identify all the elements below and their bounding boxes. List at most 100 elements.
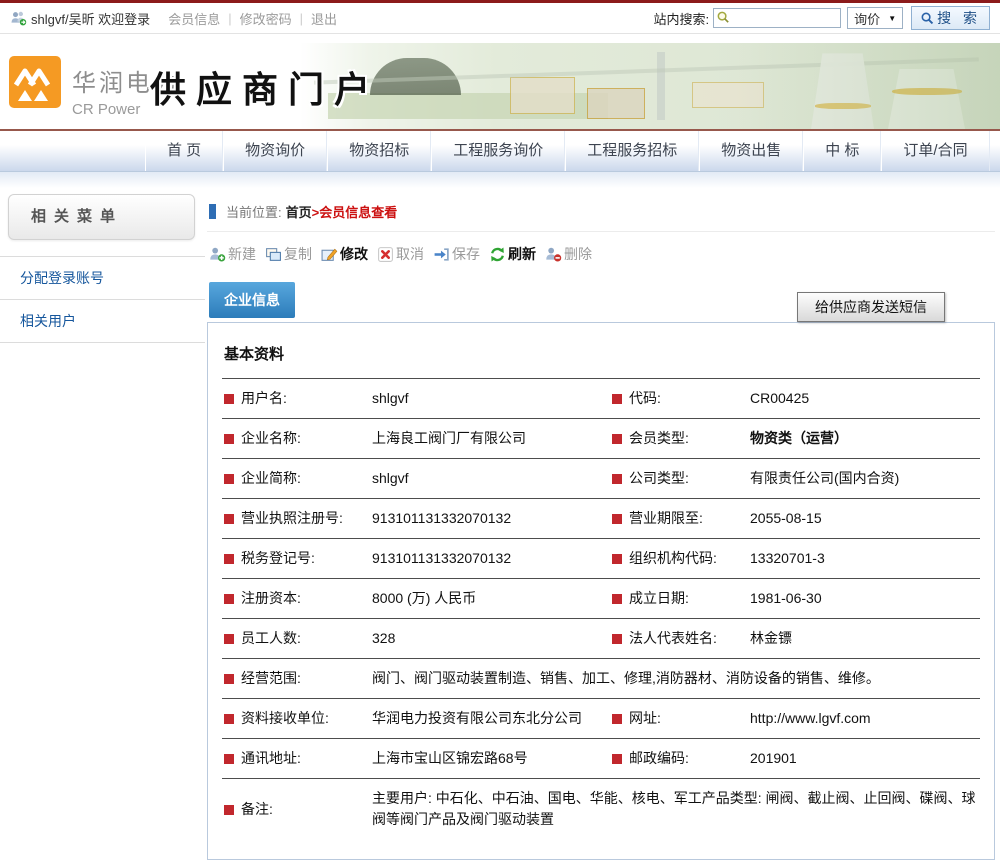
toolbar-save-button[interactable]: 保存 (433, 244, 480, 264)
section-title-basic-info: 基本资料 (222, 323, 980, 378)
chevron-down-icon: ▼ (888, 14, 896, 23)
tab-company-info[interactable]: 企业信息 (209, 282, 295, 318)
field-label-text: 企业名称: (241, 430, 301, 446)
field-value: 2055-08-15 (748, 499, 980, 539)
sidebar-item-0[interactable]: 分配登录账号 (0, 257, 205, 300)
toolbar-button-label: 新建 (228, 244, 256, 264)
field-label-text: 会员类型: (629, 430, 689, 446)
field-label: 组织机构代码: (610, 539, 748, 579)
breadcrumb-home-link[interactable]: 首页 (286, 202, 312, 221)
field-label: 注册资本: (222, 579, 370, 619)
toolbar-edit-button[interactable]: 修改 (321, 244, 368, 264)
header-banner: 华润电力 CR Power 供应商门户 (0, 43, 1000, 131)
site-search-wrap (713, 8, 841, 28)
main-panel: 当前位置: 首页 >会员信息查看 新建复制修改 取消 保存 刷新 删除 企业信息 给供应… (205, 188, 1000, 860)
breadcrumb-marker-icon (209, 204, 216, 219)
breadcrumb: 当前位置: 首页 >会员信息查看 (207, 188, 995, 232)
table-row: 资料接收单位:华润电力投资有限公司东北分公司网址:http://www.lgvf… (222, 699, 980, 739)
field-label: 通讯地址: (222, 739, 370, 779)
red-bullet-icon (612, 394, 622, 404)
field-value: 有限责任公司(国内合资) (748, 459, 980, 499)
sidebar-item-1[interactable]: 相关用户 (0, 300, 205, 343)
table-row: 经营范围:阀门、阀门驱动装置制造、销售、加工、修理,消防器材、消防设备的销售、维… (222, 659, 980, 699)
field-label: 企业简称: (222, 459, 370, 499)
field-value: 913101131332070132 (370, 499, 610, 539)
toolbar-button-label: 刷新 (508, 244, 536, 264)
field-value: http://www.lgvf.com (748, 699, 980, 739)
nav-item-0[interactable]: 首 页 (145, 131, 223, 171)
toolbar-delete-button[interactable]: 删除 (545, 244, 592, 264)
edit-icon (321, 246, 338, 263)
field-label-text: 注册资本: (241, 590, 301, 606)
new-user-icon (209, 246, 226, 263)
nav-item-4[interactable]: 工程服务招标 (565, 131, 699, 171)
table-row: 注册资本:8000 (万) 人民币成立日期:1981-06-30 (222, 579, 980, 619)
field-label-text: 代码: (629, 390, 661, 406)
field-label-text: 企业简称: (241, 470, 301, 486)
field-label-text: 通讯地址: (241, 750, 301, 766)
send-sms-to-supplier-button[interactable]: 给供应商发送短信 (797, 292, 945, 322)
field-value: 328 (370, 619, 610, 659)
table-row: 员工人数: 328法人代表姓名:林金镖 (222, 619, 980, 659)
topbar-link-0[interactable]: 会员信息 (168, 9, 220, 28)
topbar-link-2[interactable]: 退出 (311, 9, 337, 28)
red-bullet-icon (224, 594, 234, 604)
table-row: 企业名称:上海良工阀门厂有限公司会员类型:物资类（运营） (222, 419, 980, 459)
toolbar-refresh-button[interactable]: 刷新 (489, 244, 536, 264)
power-plant-banner-art (300, 43, 1000, 129)
field-value: 上海市宝山区锦宏路68号 (370, 739, 610, 779)
toolbar-button-label: 取消 (396, 244, 424, 264)
field-label: 成立日期: (610, 579, 748, 619)
field-label-text: 员工人数: (241, 630, 301, 646)
toolbar-cancel-button[interactable]: 取消 (377, 244, 424, 264)
toolbar-button-label: 保存 (452, 244, 480, 264)
search-input-magnifier-icon (716, 10, 731, 25)
field-label-text: 网址: (629, 710, 661, 726)
refresh-icon (489, 246, 506, 263)
red-bullet-icon (224, 434, 234, 444)
field-value: 13320701-3 (748, 539, 980, 579)
tab-row: 企业信息 给供应商发送短信 (207, 280, 995, 322)
nav-item-6[interactable]: 中 标 (803, 131, 881, 171)
nav-item-3[interactable]: 工程服务询价 (431, 131, 565, 171)
red-bullet-icon (612, 514, 622, 524)
field-label: 代码: (610, 379, 748, 419)
topbar-link-1[interactable]: 修改密码 (240, 9, 292, 28)
red-bullet-icon (612, 714, 622, 724)
red-bullet-icon (612, 634, 622, 644)
table-row: 企业简称:shlgvf公司类型:有限责任公司(国内合资) (222, 459, 980, 499)
sidebar: 相关菜单 分配登录账号相关用户 (0, 188, 205, 860)
field-label: 法人代表姓名: (610, 619, 748, 659)
field-value: 林金镖 (748, 619, 980, 659)
search-category-dropdown[interactable]: 询价 ▼ (847, 7, 903, 29)
toolbar-new-user-button[interactable]: 新建 (209, 244, 256, 264)
field-label-text: 税务登记号: (241, 550, 315, 566)
red-bullet-icon (224, 714, 234, 724)
table-row: 备注:主要用户: 中石化、中石油、国电、华能、核电、军工产品类型: 闸阀、截止阀… (222, 779, 980, 840)
save-icon (433, 246, 450, 263)
nav-item-1[interactable]: 物资询价 (223, 131, 327, 171)
field-label: 税务登记号: (222, 539, 370, 579)
field-value: 主要用户: 中石化、中石油、国电、华能、核电、军工产品类型: 闸阀、截止阀、止回… (370, 779, 980, 840)
nav-item-2[interactable]: 物资招标 (327, 131, 431, 171)
field-label-text: 经营范围: (241, 670, 301, 686)
red-bullet-icon (612, 594, 622, 604)
field-label-text: 成立日期: (629, 590, 689, 606)
search-button[interactable]: 搜 索 (911, 6, 990, 30)
red-bullet-icon (612, 754, 622, 764)
field-value: 华润电力投资有限公司东北分公司 (370, 699, 610, 739)
cr-power-logo-icon (8, 55, 62, 109)
sidebar-menu: 分配登录账号相关用户 (0, 256, 205, 343)
nav-item-5[interactable]: 物资出售 (699, 131, 803, 171)
supplier-portal-page: { "topbar": { "user": "shlgvf/吴昕 欢迎登录", … (0, 0, 1000, 767)
portal-title: 供应商门户 (150, 61, 380, 113)
field-label: 营业期限至: (610, 499, 748, 539)
logged-in-user-text: shlgvf/吴昕 欢迎登录 (31, 9, 150, 28)
breadcrumb-label: 当前位置: (226, 202, 282, 221)
toolbar-copy-button[interactable]: 复制 (265, 244, 312, 264)
site-search-input[interactable] (713, 8, 841, 28)
red-bullet-icon (612, 554, 622, 564)
toolbar-button-label: 删除 (564, 244, 592, 264)
nav-item-7[interactable]: 订单/合同 (881, 131, 989, 171)
field-label: 备注: (222, 779, 370, 840)
